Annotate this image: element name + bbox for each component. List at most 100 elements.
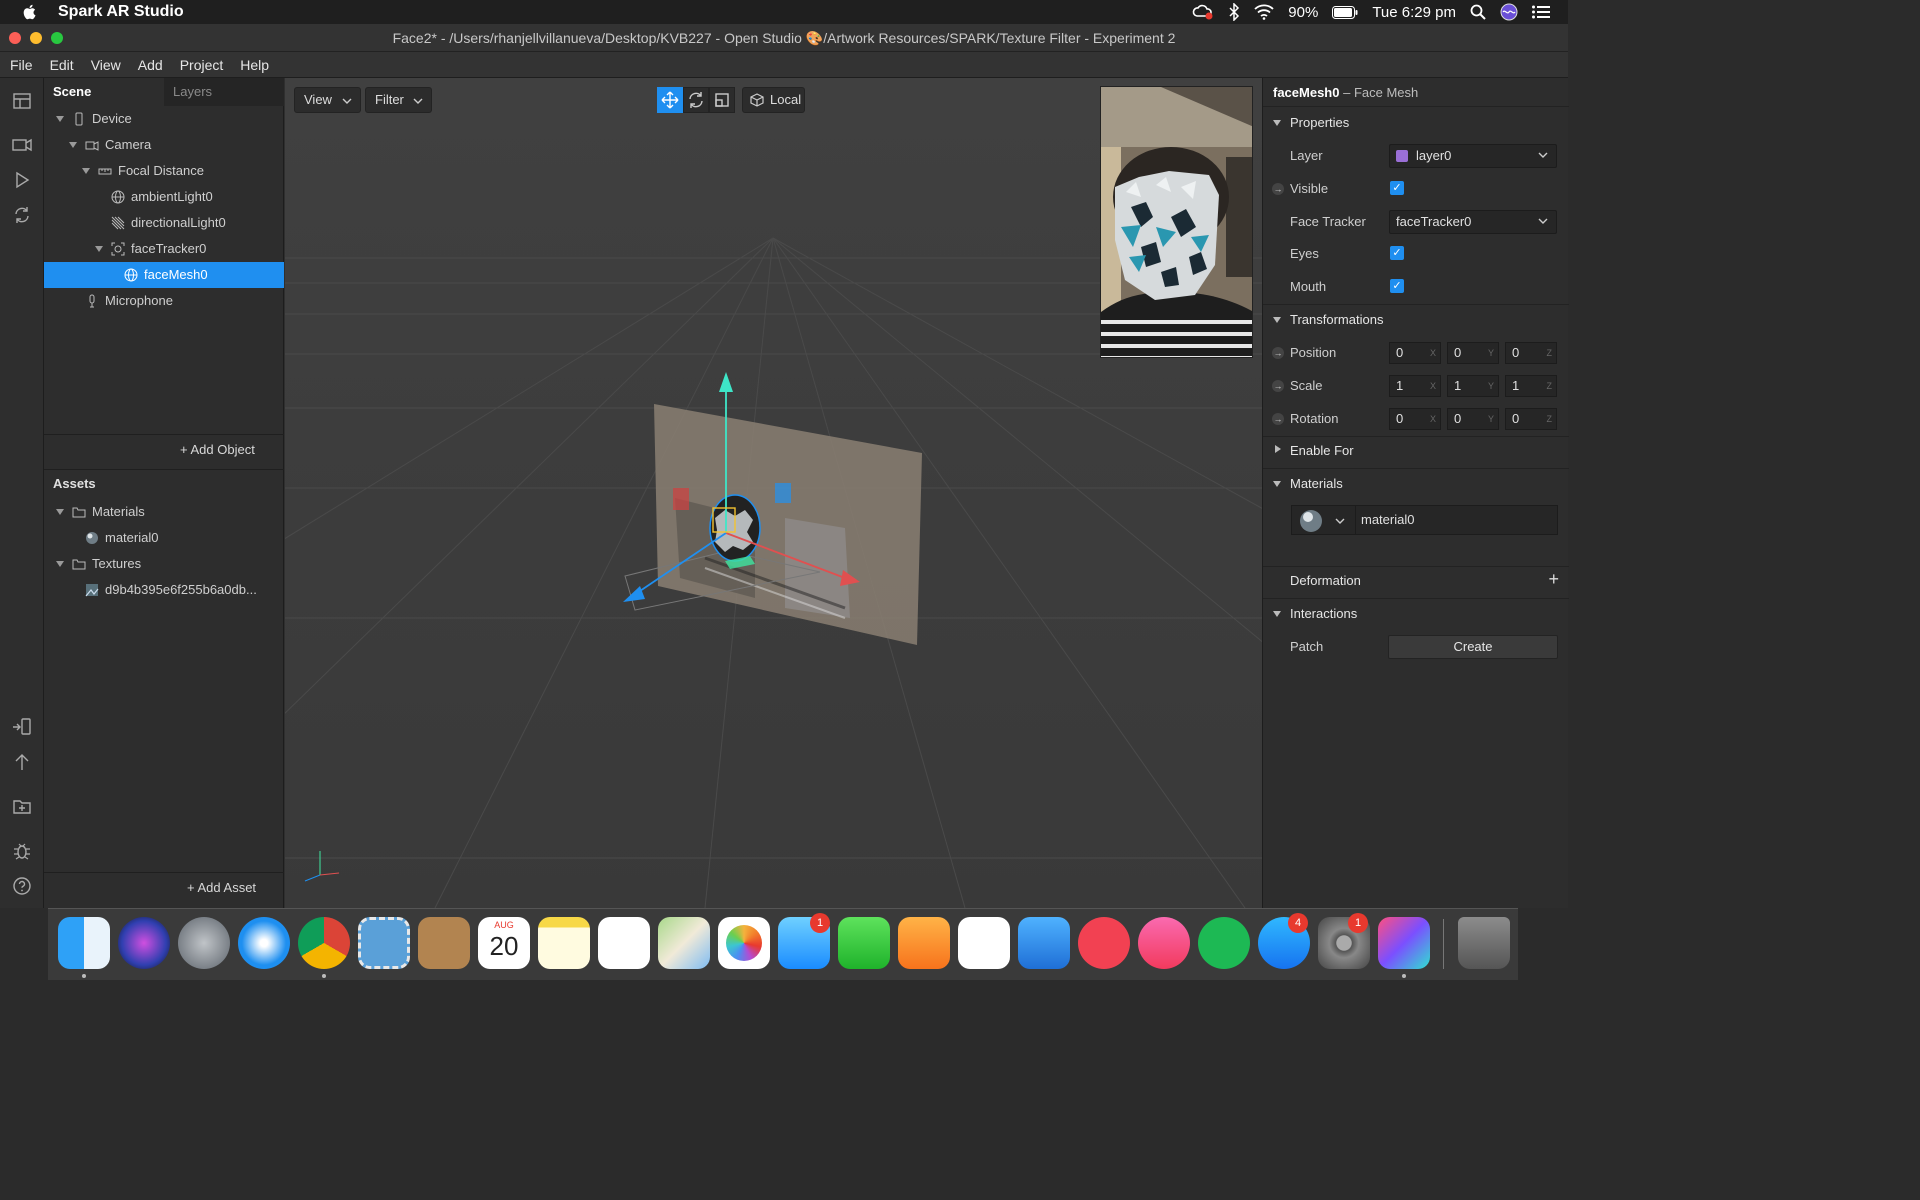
tree-item-focal-distance[interactable]: Focal Distance — [44, 158, 284, 184]
add-folder-icon[interactable] — [11, 795, 33, 817]
section-materials[interactable]: Materials — [1263, 468, 1569, 500]
section-deformation[interactable]: Deformation + — [1263, 565, 1569, 597]
eyes-checkbox[interactable]: ✓ — [1390, 246, 1404, 260]
menu-view[interactable]: View — [81, 57, 128, 73]
keynote-icon[interactable] — [1018, 917, 1070, 969]
filter-dropdown[interactable]: Filter — [365, 87, 432, 113]
menu-file[interactable]: File — [0, 57, 40, 73]
material-slot[interactable]: material0 — [1291, 505, 1558, 535]
chevron-down-icon[interactable] — [1335, 514, 1345, 528]
notification-center-icon[interactable] — [1532, 5, 1550, 19]
creative-cloud-icon[interactable] — [1192, 3, 1214, 21]
help-icon[interactable] — [11, 875, 33, 897]
spotlight-search-icon[interactable] — [1470, 4, 1486, 20]
photos-icon[interactable] — [718, 917, 770, 969]
rotate-tool-button[interactable] — [683, 87, 709, 113]
section-interactions[interactable]: Interactions — [1263, 598, 1569, 630]
local-space-button[interactable]: Local — [742, 87, 805, 113]
app-name[interactable]: Spark AR Studio — [58, 3, 184, 21]
section-properties[interactable]: Properties — [1263, 107, 1569, 139]
link-arrow-icon[interactable]: → — [1272, 347, 1284, 359]
maps-icon[interactable] — [658, 917, 710, 969]
menu-edit[interactable]: Edit — [40, 57, 81, 73]
asset-material[interactable]: material0 — [44, 525, 284, 551]
bluetooth-icon[interactable] — [1228, 3, 1240, 21]
bug-icon[interactable] — [11, 840, 33, 862]
spotify-icon[interactable] — [1198, 917, 1250, 969]
rotation-z-field[interactable]: 0Z — [1505, 408, 1557, 430]
tree-item-face-mesh[interactable]: faceMesh0 — [44, 262, 284, 288]
asset-folder-materials[interactable]: Materials — [44, 499, 284, 525]
video-camera-icon[interactable] — [11, 134, 33, 156]
close-window-button[interactable] — [9, 32, 21, 44]
link-arrow-icon[interactable]: → — [1272, 413, 1284, 425]
position-x-field[interactable]: 0X — [1389, 342, 1441, 364]
link-arrow-icon[interactable]: → — [1272, 380, 1284, 392]
battery-icon[interactable] — [1332, 5, 1358, 19]
tree-item-face-tracker[interactable]: faceTracker0 — [44, 236, 284, 262]
section-enable-for[interactable]: Enable For — [1263, 435, 1569, 467]
upload-icon[interactable] — [11, 751, 33, 773]
tree-item-device[interactable]: Device — [44, 106, 284, 132]
asset-folder-textures[interactable]: Textures — [44, 551, 284, 577]
mouth-checkbox[interactable]: ✓ — [1390, 279, 1404, 293]
wifi-icon[interactable] — [1254, 4, 1274, 20]
tree-item-directional-light[interactable]: directionalLight0 — [44, 210, 284, 236]
move-tool-button[interactable] — [657, 87, 683, 113]
add-asset-button[interactable]: + Add Asset — [187, 880, 256, 895]
chrome-icon[interactable] — [298, 917, 350, 969]
notes-icon[interactable] — [538, 917, 590, 969]
link-arrow-icon[interactable]: → — [1272, 183, 1284, 195]
visible-checkbox[interactable]: ✓ — [1390, 181, 1404, 195]
scale-x-field[interactable]: 1X — [1389, 375, 1441, 397]
apple-icon[interactable] — [22, 3, 38, 21]
layer-dropdown[interactable]: layer0 — [1389, 144, 1557, 168]
position-y-field[interactable]: 0Y — [1447, 342, 1499, 364]
scale-z-field[interactable]: 1Z — [1505, 375, 1557, 397]
create-patch-button[interactable]: Create — [1388, 635, 1558, 659]
numbers-icon[interactable] — [958, 917, 1010, 969]
face-tracker-dropdown[interactable]: faceTracker0 — [1389, 210, 1557, 234]
launchpad-icon[interactable] — [178, 917, 230, 969]
layout-icon[interactable] — [11, 90, 33, 112]
rotation-y-field[interactable]: 0Y — [1447, 408, 1499, 430]
menu-project[interactable]: Project — [170, 57, 231, 73]
menu-add[interactable]: Add — [128, 57, 170, 73]
contacts-icon[interactable] — [418, 917, 470, 969]
clock[interactable]: Tue 6:29 pm — [1372, 4, 1456, 21]
section-transformations[interactable]: Transformations — [1263, 304, 1569, 336]
calendar-icon[interactable]: AUG 20 — [478, 917, 530, 969]
position-z-field[interactable]: 0Z — [1505, 342, 1557, 364]
siri-icon[interactable] — [1500, 3, 1518, 21]
trash-icon[interactable] — [1458, 917, 1510, 969]
send-to-device-icon[interactable] — [11, 716, 33, 738]
view-dropdown[interactable]: View — [294, 87, 361, 113]
tab-scene[interactable]: Scene — [44, 78, 164, 106]
menu-help[interactable]: Help — [230, 57, 276, 73]
tab-layers[interactable]: Layers — [164, 78, 284, 106]
rotation-x-field[interactable]: 0X — [1389, 408, 1441, 430]
minimize-window-button[interactable] — [30, 32, 42, 44]
asset-texture[interactable]: d9b4b395e6f255b6a0db... — [44, 577, 284, 603]
battery-percent[interactable]: 90% — [1288, 4, 1318, 21]
scale-y-field[interactable]: 1Y — [1447, 375, 1499, 397]
tree-item-camera[interactable]: Camera — [44, 132, 284, 158]
zoom-window-button[interactable] — [51, 32, 63, 44]
tree-item-ambient-light[interactable]: ambientLight0 — [44, 184, 284, 210]
spark-ar-icon[interactable] — [1378, 917, 1430, 969]
scale-tool-button[interactable] — [709, 87, 735, 113]
play-icon[interactable] — [11, 169, 33, 191]
facetime-icon[interactable] — [838, 917, 890, 969]
siri-app-icon[interactable] — [118, 917, 170, 969]
music-icon[interactable] — [1138, 917, 1190, 969]
refresh-icon[interactable] — [11, 204, 33, 226]
scene-viewport[interactable]: View Filter Local — [285, 78, 1262, 908]
finder-icon[interactable] — [58, 917, 110, 969]
add-object-button[interactable]: + Add Object — [180, 442, 255, 457]
reminders-icon[interactable] — [598, 917, 650, 969]
pages-icon[interactable] — [898, 917, 950, 969]
safari-icon[interactable] — [238, 917, 290, 969]
news-icon[interactable] — [1078, 917, 1130, 969]
mail-stamp-icon[interactable] — [358, 917, 410, 969]
tree-item-microphone[interactable]: Microphone — [44, 288, 284, 314]
